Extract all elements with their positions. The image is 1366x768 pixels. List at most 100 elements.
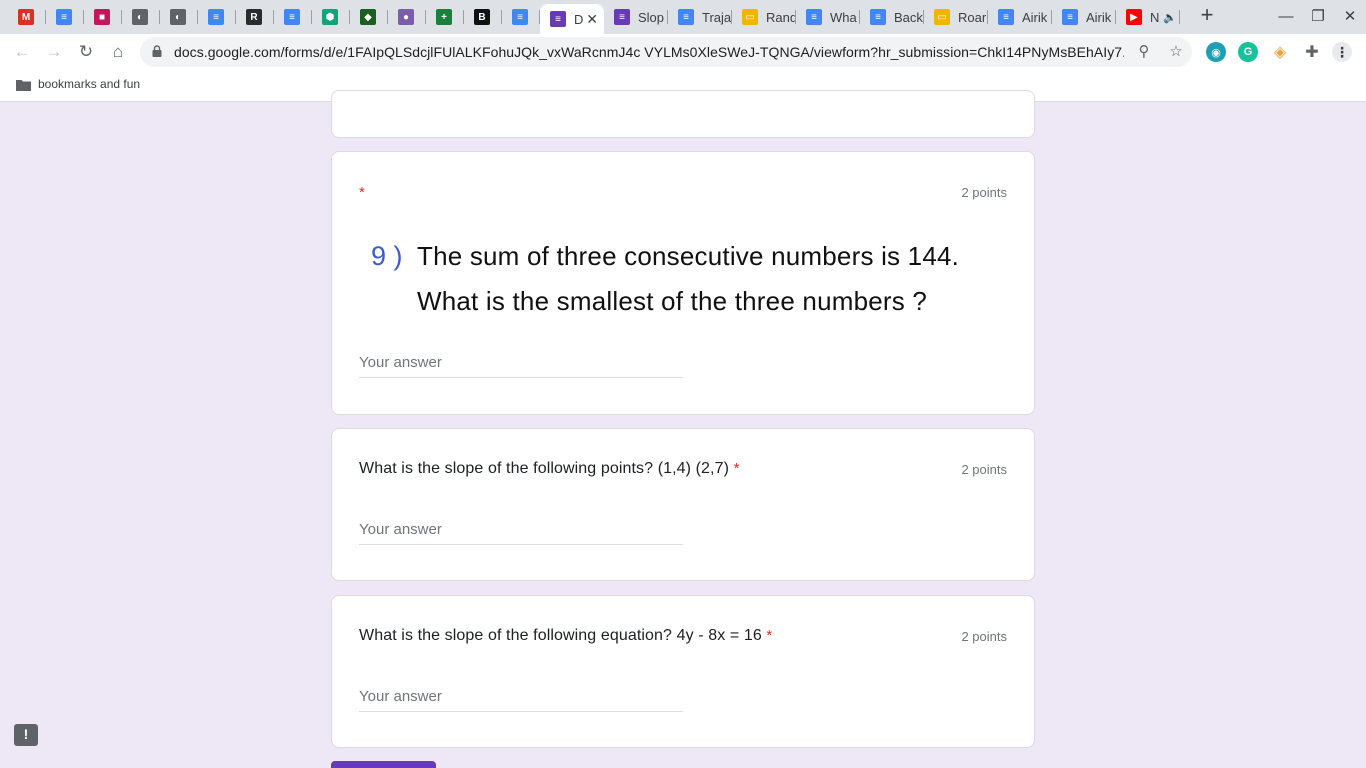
tab-strip: M ≡ ■ ◐ ◐ ≡ R ≡ ⬢ ◆ ● + B ≡ ≡ D ✕ ≡ Slop ≡ Traja ▭ Rand ≡ Wha ≡ Ba… — [0, 0, 1366, 34]
zoom-icon[interactable]: ⚲ — [1134, 42, 1154, 62]
question-text: What is the slope of the following equat… — [359, 627, 762, 644]
question-text: What is the slope of the following point… — [359, 460, 730, 477]
points-label: 2 points — [961, 185, 1007, 200]
tab-title: Back — [894, 9, 923, 25]
grammarly-icon[interactable]: G — [1238, 42, 1258, 62]
browser-tab[interactable]: ≡ Traja — [668, 4, 732, 30]
browser-tab[interactable]: ≡ Slop — [604, 4, 668, 30]
shield-logo-icon: ◆ — [360, 9, 376, 25]
bookmark-folder-label[interactable]: bookmarks and fun — [38, 77, 140, 91]
gmail-icon: M — [18, 9, 34, 25]
browser-tab[interactable]: ⬢ — [312, 4, 350, 30]
forms-icon: ≡ — [614, 9, 630, 25]
answer-input-9[interactable] — [359, 354, 683, 371]
forward-arrow-icon[interactable]: → — [42, 40, 66, 64]
docs-icon: ≡ — [512, 9, 528, 25]
audio-playing-icon[interactable]: 🔈 — [1163, 11, 1177, 24]
minimize-icon[interactable]: — — [1276, 7, 1296, 27]
browser-toolbar: ← → ↻ ⌂ docs.google.com/forms/d/e/1FAIpQ… — [0, 34, 1366, 70]
close-tab-icon[interactable]: ✕ — [586, 11, 598, 28]
docs-icon: ≡ — [998, 9, 1014, 25]
browser-tab[interactable]: + — [426, 4, 464, 30]
required-asterisk: * — [733, 460, 740, 477]
extension-shield-icon[interactable]: ◉ — [1206, 42, 1226, 62]
sheets-icon: + — [436, 9, 452, 25]
slides-icon: ▭ — [742, 9, 758, 25]
docs-icon: ≡ — [1062, 9, 1078, 25]
address-bar[interactable]: docs.google.com/forms/d/e/1FAIpQLSdcjlFU… — [140, 37, 1192, 67]
tab-title: Roar — [958, 9, 987, 25]
docs-icon: ≡ — [56, 9, 72, 25]
browser-tab[interactable]: ≡ — [502, 4, 540, 30]
browser-tab[interactable]: ≡ Airik — [988, 4, 1052, 30]
reload-icon[interactable]: ↻ — [74, 40, 98, 64]
tab-title: Airik — [1086, 9, 1112, 25]
question-line-2: What is the smallest of the three number… — [417, 286, 928, 316]
submit-button[interactable] — [331, 761, 436, 768]
tab-title: Traja — [702, 9, 732, 25]
tab-title: Rand — [766, 9, 796, 25]
question-line-1: The sum of three consecutive numbers is … — [417, 241, 960, 271]
browser-tab[interactable]: ≡ Back — [860, 4, 924, 30]
report-problem-icon[interactable]: ! — [14, 724, 38, 746]
question-card-11: What is the slope of the following equat… — [331, 595, 1035, 748]
slides-icon: ▭ — [934, 9, 950, 25]
docs-icon: ≡ — [284, 9, 300, 25]
browser-tab[interactable]: ≡ — [198, 4, 236, 30]
answer-input-10[interactable] — [359, 521, 683, 538]
restore-icon[interactable]: ❐ — [1308, 7, 1328, 27]
globe-icon: ◐ — [132, 9, 148, 25]
globe-icon: ◐ — [170, 9, 186, 25]
tab-title: Airik — [1022, 9, 1048, 25]
docs-icon: ≡ — [678, 9, 694, 25]
home-icon[interactable]: ⌂ — [106, 40, 130, 64]
browser-tab[interactable]: ≡ Airik — [1052, 4, 1116, 30]
browser-tab[interactable]: ◐ — [160, 4, 198, 30]
browser-tab[interactable]: ▭ Rand — [732, 4, 796, 30]
answer-input-11[interactable] — [359, 688, 683, 705]
close-window-icon[interactable]: ✕ — [1340, 7, 1360, 27]
bookmark-star-icon[interactable]: ☆ — [1166, 42, 1186, 62]
required-asterisk: * — [359, 184, 365, 201]
tab-separator — [1179, 10, 1180, 24]
extension-cube-icon[interactable]: ◈ — [1270, 42, 1290, 62]
browser-tab[interactable]: ≡ Wha — [796, 4, 860, 30]
browser-tab[interactable]: M — [8, 4, 46, 30]
docs-icon: ≡ — [870, 9, 886, 25]
previous-question-card — [331, 90, 1035, 138]
url-text[interactable]: docs.google.com/forms/d/e/1FAIpQLSdcjlFU… — [174, 44, 1124, 60]
youtube-icon: ▶ — [1126, 9, 1142, 25]
new-tab-button[interactable]: + — [1196, 4, 1218, 27]
docs-icon: ≡ — [208, 9, 224, 25]
folder-icon — [16, 80, 31, 91]
browser-tab[interactable]: ▭ Roar — [924, 4, 988, 30]
browser-tab[interactable]: ≡ — [46, 4, 84, 30]
back-arrow-icon[interactable]: ← — [10, 40, 34, 64]
tab-title: Wha — [830, 9, 857, 25]
browser-tab[interactable]: B — [464, 4, 502, 30]
forms-icon: ≡ — [550, 11, 566, 27]
browser-tab[interactable]: R — [236, 4, 274, 30]
browser-tab[interactable]: ◆ — [350, 4, 388, 30]
menu-dots-icon[interactable]: ⋮ — [1332, 42, 1352, 62]
required-asterisk: * — [766, 627, 773, 644]
tab-title: Slop — [638, 9, 665, 25]
docs-icon: ≡ — [806, 9, 822, 25]
contact-icon: ■ — [94, 9, 110, 25]
question-title: What is the slope of the following point… — [359, 460, 740, 478]
r-logo-icon: R — [246, 9, 262, 25]
answer-field-container — [359, 688, 683, 712]
browser-tab[interactable]: ≡ — [274, 4, 312, 30]
browser-tab[interactable]: ● — [388, 4, 426, 30]
lock-icon — [152, 45, 162, 57]
question-number: 9 ) — [371, 241, 403, 271]
b-logo-icon: B — [474, 9, 490, 25]
browser-tab[interactable]: ■ — [84, 4, 122, 30]
question-card-10: What is the slope of the following point… — [331, 428, 1035, 581]
browser-tab[interactable]: ◐ — [122, 4, 160, 30]
extensions-puzzle-icon[interactable]: ✚ — [1302, 42, 1322, 62]
answer-field-container — [359, 521, 683, 545]
browser-tab[interactable]: ≡ D ✕ — [540, 4, 604, 34]
browser-tab[interactable]: ▶ N 🔈 — [1116, 4, 1180, 30]
question-card-9: * 2 points 9 ) The sum of three consecut… — [331, 151, 1035, 415]
